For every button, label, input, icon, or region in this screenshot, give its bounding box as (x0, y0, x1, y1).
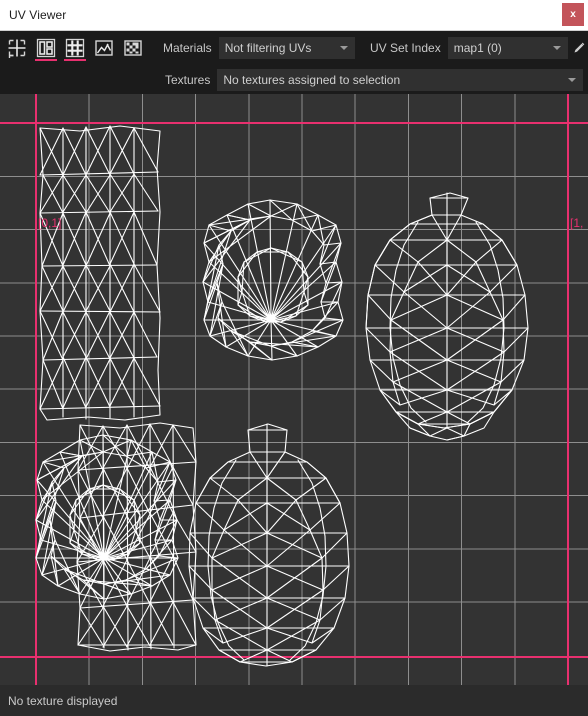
materials-label: Materials (163, 41, 212, 55)
toolbar-row-primary: Materials Not filtering UVs UV Set Index… (0, 31, 588, 65)
uv-canvas-svg (0, 94, 588, 685)
uv-set-index-label: UV Set Index (370, 41, 441, 55)
uv-checker-icon[interactable] (120, 34, 146, 62)
window-title: UV Viewer (9, 8, 67, 22)
materials-dropdown[interactable]: Not filtering UVs (218, 37, 355, 59)
uv-shell-radial-e (35, 434, 179, 600)
uv-set-index-value: map1 (0) (453, 41, 502, 55)
chevron-down-icon (568, 77, 577, 82)
chevron-down-icon (340, 46, 348, 50)
uv-viewer-window: UV Viewer x Materials Not filtering UVs … (0, 0, 588, 716)
textures-dropdown[interactable]: No textures assigned to selection (217, 68, 584, 91)
pencil-icon[interactable] (570, 37, 588, 59)
title-bar: UV Viewer x (0, 0, 588, 31)
status-bar: No texture displayed (0, 685, 588, 716)
uv-image-icon[interactable] (91, 34, 117, 62)
toolbar: Materials Not filtering UVs UV Set Index… (0, 31, 588, 94)
uv-canvas[interactable]: [0,1] [0,0] [1, [1, (0, 94, 588, 685)
uv-shell-fragment-g (379, 389, 513, 441)
uv-shell-sphere-d (365, 192, 529, 429)
uv-wireframe (35, 125, 529, 667)
uv-set-index-dropdown[interactable]: map1 (0) (447, 37, 569, 59)
textures-label: Textures (165, 72, 211, 87)
toolbar-row-secondary: Textures No textures assigned to selecti… (0, 65, 588, 94)
textures-value: No textures assigned to selection (223, 72, 401, 87)
uv-grid-icon[interactable] (62, 34, 88, 62)
uv-shells-layout-icon[interactable] (33, 34, 59, 62)
uv-shell-sphere-f (188, 423, 350, 667)
toolbar-icon-group (0, 34, 146, 62)
uv-center-fit-icon[interactable] (4, 34, 30, 62)
chevron-down-icon (553, 46, 562, 50)
close-icon: x (570, 9, 576, 20)
close-button[interactable]: x (562, 3, 584, 26)
status-message: No texture displayed (8, 693, 118, 708)
materials-value: Not filtering UVs (224, 41, 312, 55)
